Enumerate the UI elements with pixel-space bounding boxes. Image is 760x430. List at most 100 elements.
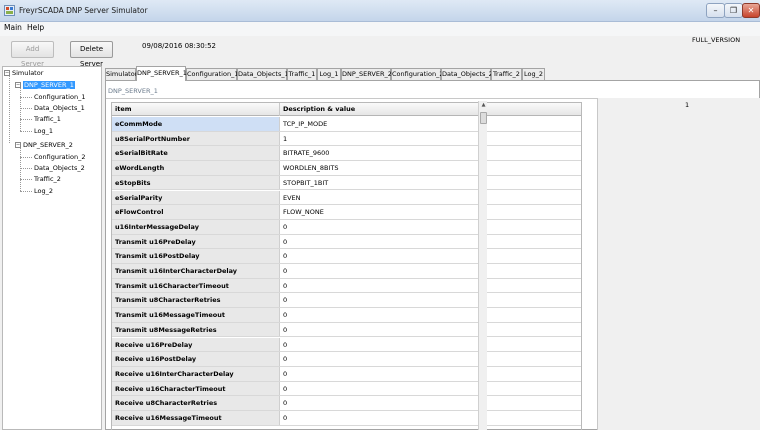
tree-root-simulator[interactable]: − Simulator [4, 69, 43, 77]
table-row[interactable]: Receive u16MessageTimeout 0 [112, 411, 581, 426]
property-value[interactable]: STOPBIT_1BIT [280, 176, 575, 190]
property-value[interactable]: 0 [280, 411, 575, 425]
property-value[interactable]: 0 [280, 293, 575, 307]
property-value[interactable]: WORDLEN_8BITS [280, 161, 575, 175]
property-value[interactable]: 1 [280, 132, 575, 146]
table-row[interactable]: Receive u16CharacterTimeout 0 [112, 381, 581, 397]
property-name: Receive u16InterCharacterDelay [112, 366, 280, 381]
current-datetime: 09/08/2016 08:30:52 [142, 42, 217, 50]
tree-node-dnp-server-1[interactable]: − DNP_SERVER_1 [15, 81, 75, 89]
tab-dnp-server-1[interactable]: DNP_SERVER_1 [136, 66, 187, 81]
tab-log-1[interactable]: Log_1 [317, 68, 341, 80]
table-row[interactable]: eWordLength WORDLEN_8BITS [112, 161, 581, 176]
collapse-icon[interactable]: − [15, 82, 21, 88]
tree-node-label: Simulator [12, 69, 44, 77]
tree-node-configuration-1[interactable]: Configuration_1 [34, 93, 85, 101]
property-value[interactable]: FLOW_NONE [280, 205, 575, 219]
add-server-button[interactable]: Add Server [11, 41, 54, 68]
version-label: FULL_VERSION [692, 36, 741, 44]
tab-log-2[interactable]: Log_2 [522, 68, 545, 80]
panel-header: DNP_SERVER_1 [108, 87, 158, 95]
tree-node-traffic-2[interactable]: Traffic_2 [34, 175, 61, 183]
property-value[interactable]: 0 [280, 323, 575, 337]
collapse-icon[interactable]: − [15, 142, 21, 148]
table-row[interactable]: Receive u16PreDelay 0 [112, 337, 581, 353]
property-name: eCommMode [112, 117, 280, 131]
property-name: Receive u8CharacterRetries [112, 396, 280, 410]
preview-value: 1 [685, 101, 690, 109]
property-value[interactable]: 0 [280, 352, 575, 366]
property-value[interactable]: TCP_IP_MODE [280, 117, 575, 131]
table-row[interactable]: Transmit u16InterCharacterDelay 0 [112, 264, 581, 279]
table-row[interactable]: eSerialParity EVEN [112, 190, 581, 206]
table-row[interactable]: Receive u16InterCharacterDelay 0 [112, 366, 581, 382]
tab-data-objects-2[interactable]: Data_Objects_2 [441, 68, 493, 80]
tab-data-objects-1[interactable]: Data_Objects_1 [237, 68, 289, 80]
table-row[interactable]: u16InterMessageDelay 0 [112, 219, 581, 235]
property-value[interactable]: 0 [280, 220, 575, 234]
tab-configuration-2[interactable]: Configuration_2 [391, 68, 443, 80]
property-value[interactable]: 0 [280, 308, 575, 322]
table-row[interactable]: eFlowControl FLOW_NONE [112, 205, 581, 220]
maximize-button[interactable]: ❐ [724, 3, 743, 18]
scroll-thumb[interactable] [480, 112, 487, 124]
property-value[interactable]: BITRATE_9600 [280, 146, 575, 160]
property-name: Transmit u16InterCharacterDelay [112, 264, 280, 278]
grid-header: item Description & value [112, 103, 581, 116]
tab-configuration-1[interactable]: Configuration_1 [186, 68, 238, 80]
scroll-up-icon[interactable]: ▲ [479, 101, 488, 110]
table-row[interactable]: Transmit u8MessageRetries 0 [112, 322, 581, 338]
delete-server-button[interactable]: Delete Server [70, 41, 113, 68]
table-row[interactable]: Receive u16PostDelay 0 [112, 352, 581, 367]
property-name: Transmit u8MessageRetries [112, 322, 280, 337]
tab-simulator[interactable]: Simulator [105, 68, 137, 80]
property-name: Receive u16MessageTimeout [112, 411, 280, 425]
property-value[interactable]: 0 [280, 367, 575, 381]
property-name: eFlowControl [112, 205, 280, 219]
tree-node-configuration-2[interactable]: Configuration_2 [34, 153, 85, 161]
property-value[interactable]: 0 [280, 396, 575, 410]
table-row[interactable]: Transmit u16MessageTimeout 0 [112, 308, 581, 323]
property-name: Transmit u16PostDelay [112, 249, 280, 263]
tab-traffic-2[interactable]: Traffic_2 [491, 68, 522, 80]
property-value[interactable]: 0 [280, 279, 575, 293]
tree-node-data-objects-2[interactable]: Data_Objects_2 [34, 164, 85, 172]
table-row[interactable]: eStopBits STOPBIT_1BIT [112, 175, 581, 191]
grid-scrollbar[interactable]: ▲ [478, 101, 487, 430]
tree-node-traffic-1[interactable]: Traffic_1 [34, 115, 61, 123]
close-button[interactable]: ✕ [742, 3, 760, 18]
tab-traffic-1[interactable]: Traffic_1 [287, 68, 317, 80]
property-value[interactable]: EVEN [280, 191, 575, 205]
collapse-icon[interactable]: − [4, 70, 10, 76]
property-value[interactable]: 0 [280, 338, 575, 352]
table-row[interactable]: Receive u8CharacterRetries 0 [112, 396, 581, 411]
tree-node-data-objects-1[interactable]: Data_Objects_1 [34, 104, 85, 112]
property-name: eSerialParity [112, 190, 280, 205]
minimize-button[interactable]: – [706, 3, 725, 18]
tree-node-log-2[interactable]: Log_2 [34, 187, 53, 195]
tree-node-dnp-server-2[interactable]: − DNP_SERVER_2 [15, 141, 73, 149]
table-row[interactable]: eSerialBitRate BITRATE_9600 [112, 146, 581, 162]
property-value[interactable]: 0 [280, 249, 575, 263]
table-row[interactable]: Transmit u16CharacterTimeout 0 [112, 278, 581, 294]
table-row[interactable]: Transmit u8CharacterRetries 0 [112, 293, 581, 309]
tab-dnp-server-2[interactable]: DNP_SERVER_2 [341, 68, 392, 80]
table-row[interactable]: eCommMode TCP_IP_MODE [112, 117, 581, 132]
server-tree[interactable]: − Simulator − DNP_SERVER_1 Configuration_1… [2, 66, 102, 430]
column-header-item[interactable]: item [112, 103, 280, 116]
property-value[interactable]: 0 [280, 235, 575, 249]
menu-main[interactable]: Main [4, 23, 22, 32]
table-row[interactable]: u8SerialPortNumber 1 [112, 131, 581, 147]
table-row[interactable]: Transmit u16PostDelay 0 [112, 249, 581, 264]
table-row[interactable]: Transmit u16PreDelay 0 [112, 234, 581, 250]
menu-bar: Main Help [0, 22, 760, 36]
property-value[interactable]: 0 [280, 382, 575, 396]
property-value[interactable]: 0 [280, 264, 575, 278]
property-name: Receive u16CharacterTimeout [112, 381, 280, 396]
column-header-value[interactable]: Description & value [280, 103, 575, 116]
tree-node-log-1[interactable]: Log_1 [34, 127, 53, 135]
property-grid[interactable]: item Description & value eCommMode TCP_IP… [111, 102, 582, 430]
menu-help[interactable]: Help [27, 23, 44, 32]
title-bar: FreyrSCADA DNP Server Simulator – ❐ ✕ [0, 0, 760, 22]
tree-node-label: DNP_SERVER_1 [23, 81, 75, 89]
